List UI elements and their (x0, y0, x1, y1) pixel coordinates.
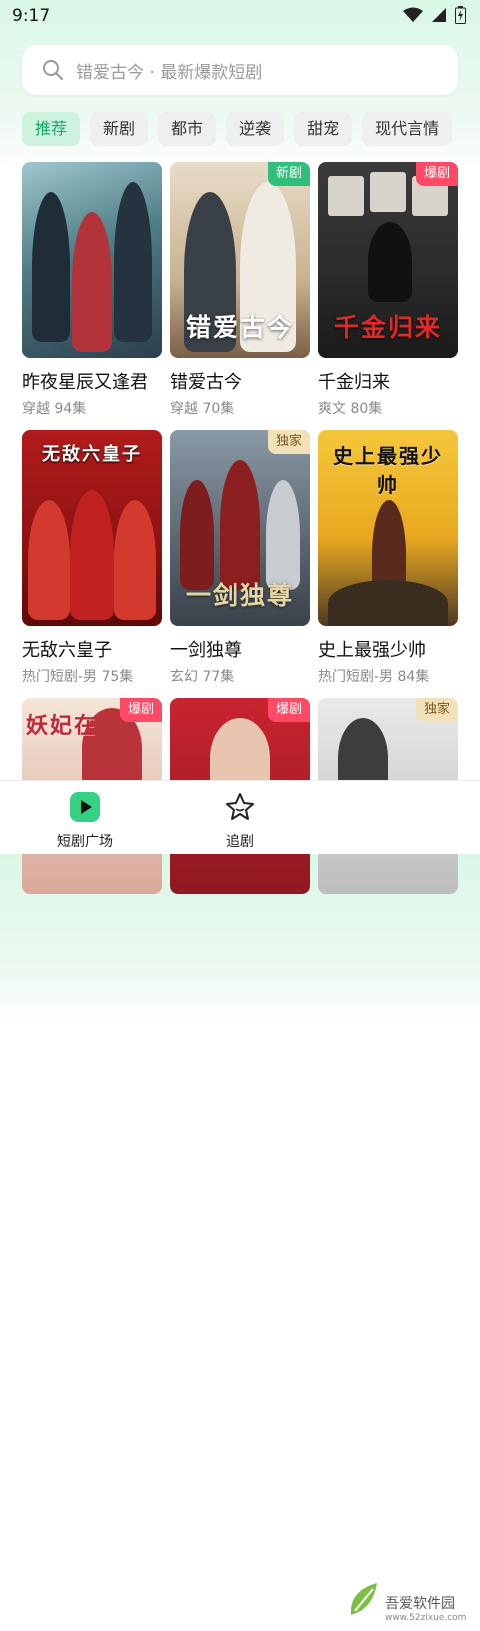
drama-title: 千金归来 (318, 372, 390, 393)
poster-figure (28, 500, 70, 620)
search-icon (43, 60, 63, 80)
star-icon (226, 793, 254, 820)
drama-poster[interactable]: 史上最强少帅 (318, 430, 458, 626)
bottom-nav: 短剧广场 追剧 吾爱软件园 www.52zixue.com (0, 780, 480, 1623)
hot-badge: 爆剧 (415, 162, 458, 186)
poster-figure (328, 580, 448, 626)
hot-badge: 爆剧 (119, 698, 162, 722)
drama-meta: 热门短剧-男 75集 (22, 669, 134, 685)
poster-figure (266, 480, 300, 590)
poster-figure (328, 176, 364, 216)
watermark-url: www.52zixue.com (385, 1613, 467, 1623)
drama-poster[interactable]: 无敌六皇子 (22, 430, 162, 626)
drama-title: 昨夜星辰又逢君 (22, 372, 148, 393)
drama-card[interactable]: 昨夜星辰又逢君 穿越 94集 (22, 162, 162, 418)
poster-figure (70, 490, 114, 620)
category-tabs: 推荐 新剧 都市 逆袭 甜宠 现代言情 (22, 112, 453, 146)
hot-badge: 爆剧 (267, 698, 310, 722)
drama-meta: 穿越 70集 (170, 401, 235, 417)
status-icons (403, 6, 466, 24)
watermark-brand: 吾爱软件园 (385, 1596, 455, 1612)
search-input[interactable]: 错爱古今 · 最新爆款短剧 (22, 45, 458, 95)
drama-poster[interactable]: 错爱古今 新剧 (170, 162, 310, 358)
wifi-icon (403, 7, 423, 22)
drama-poster[interactable]: 千金归来 爆剧 (318, 162, 458, 358)
poster-title: 史上最强少帅 (333, 444, 443, 497)
drama-meta: 爽文 80集 (318, 401, 383, 417)
nav-follow[interactable]: 追剧 (195, 791, 285, 851)
poster-title: 千金归来 (333, 313, 442, 342)
drama-title: 一剑独尊 (170, 640, 242, 661)
poster-figure (180, 480, 214, 590)
exclusive-badge: 独家 (415, 698, 458, 722)
new-badge: 新剧 (267, 162, 310, 186)
nav-follow-label: 追剧 (226, 834, 254, 850)
exclusive-badge: 独家 (267, 430, 310, 454)
drama-meta: 穿越 94集 (22, 401, 87, 417)
drama-card[interactable]: 无敌六皇子 无敌六皇子 热门短剧-男 75集 (22, 430, 162, 686)
drama-poster[interactable]: 一剑独尊 独家 (170, 430, 310, 626)
poster-figure (72, 212, 112, 352)
tab-recommend[interactable]: 推荐 (22, 112, 81, 146)
drama-poster[interactable] (22, 162, 162, 358)
leaf-logo-icon (350, 1583, 377, 1615)
play-icon (70, 792, 100, 822)
tab-new[interactable]: 新剧 (90, 112, 149, 146)
search-placeholder: 错爱古今 · 最新爆款短剧 (76, 62, 263, 83)
drama-title: 无敌六皇子 (22, 640, 112, 661)
poster-figure (370, 172, 406, 212)
site-watermark-logo: 吾爱软件园 www.52zixue.com (345, 1571, 475, 1631)
poster-figure (32, 192, 70, 342)
poster-title: 无敌六皇子 (42, 444, 142, 465)
poster-figure (114, 182, 152, 342)
nav-drama-square-label: 短剧广场 (57, 834, 113, 850)
poster-title: 一剑独尊 (185, 581, 294, 610)
poster-figure (368, 222, 412, 302)
tab-sweet[interactable]: 甜宠 (294, 112, 353, 146)
drama-title: 史上最强少帅 (318, 640, 426, 661)
drama-meta: 热门短剧-男 84集 (318, 669, 430, 685)
tab-modern-romance[interactable]: 现代言情 (362, 112, 453, 146)
drama-card[interactable]: 一剑独尊 独家 一剑独尊 玄幻 77集 (170, 430, 310, 686)
nav-drama-square[interactable]: 短剧广场 (40, 791, 130, 851)
drama-card[interactable]: 错爱古今 新剧 错爱古今 穿越 70集 (170, 162, 310, 418)
drama-card[interactable]: 千金归来 爆剧 千金归来 爽文 80集 (318, 162, 458, 418)
poster-figure (220, 460, 260, 590)
drama-title: 错爱古今 (170, 372, 242, 393)
status-bar: 9:17 (0, 0, 480, 34)
drama-meta: 玄幻 77集 (170, 669, 235, 685)
signal-icon (432, 8, 446, 22)
tab-urban[interactable]: 都市 (158, 112, 217, 146)
tab-comeback[interactable]: 逆袭 (226, 112, 285, 146)
poster-title: 错爱古今 (185, 313, 294, 342)
poster-figure (114, 500, 156, 620)
status-time: 9:17 (12, 6, 51, 26)
battery-icon (455, 6, 466, 24)
drama-card[interactable]: 史上最强少帅 史上最强少帅 热门短剧-男 84集 (318, 430, 458, 686)
